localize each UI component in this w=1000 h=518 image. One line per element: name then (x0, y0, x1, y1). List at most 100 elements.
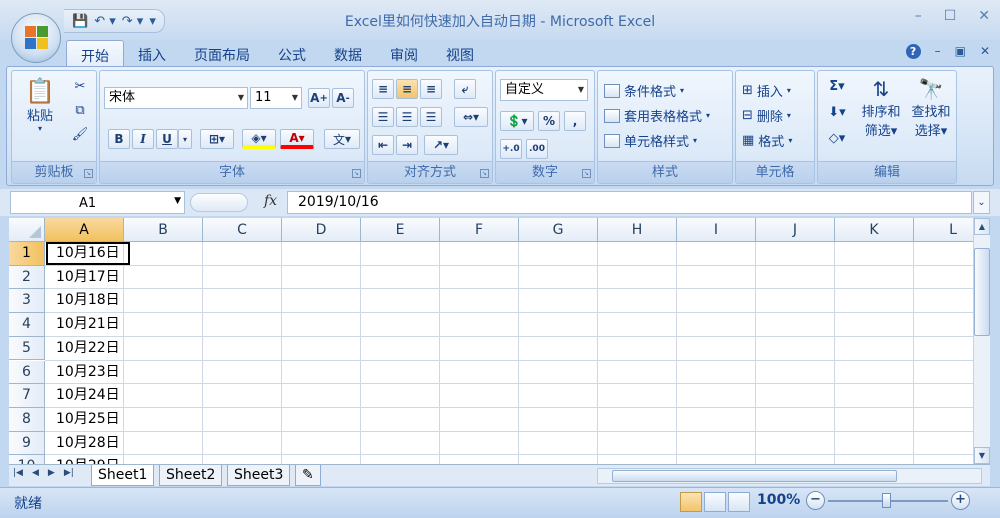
align-top-button[interactable]: ≡ (372, 79, 394, 99)
align-bottom-button[interactable]: ≡ (420, 79, 442, 99)
italic-button[interactable]: I (132, 129, 154, 149)
fill-color-button[interactable]: ◈▾ (242, 129, 276, 149)
zoom-in-icon[interactable]: + (951, 491, 970, 510)
accounting-format-button[interactable]: 💲▾ (500, 111, 534, 131)
tab-data[interactable]: 数据 (320, 40, 376, 66)
insert-function-icon[interactable]: fx (264, 193, 277, 209)
formula-bar-divider[interactable] (190, 193, 248, 212)
delete-cells-button[interactable]: ⊟ 删除 ▾ (742, 106, 791, 125)
cell-a5[interactable]: 10月22日 (46, 337, 130, 360)
cell-styles-button[interactable]: 单元格样式 ▾ (604, 131, 697, 150)
row-header-4[interactable]: 4 (9, 313, 45, 337)
column-header-l[interactable]: L (914, 218, 973, 242)
horizontal-scroll-thumb[interactable] (612, 470, 897, 482)
font-color-button[interactable]: A▾ (280, 129, 314, 149)
column-header-k[interactable]: K (835, 218, 914, 242)
decrease-indent-button[interactable]: ⇤ (372, 135, 394, 155)
insert-cells-button[interactable]: ⊞ 插入 ▾ (742, 81, 791, 100)
clear-icon[interactable]: ◇▾ (826, 131, 848, 146)
tab-insert[interactable]: 插入 (124, 40, 180, 66)
autosum-icon[interactable]: Σ▾ (826, 79, 848, 94)
formula-input[interactable]: 2019/10/16 (287, 191, 972, 214)
page-break-view-icon[interactable] (728, 492, 750, 512)
cell-a3[interactable]: 10月18日 (46, 289, 130, 312)
scroll-down-icon[interactable]: ▼ (974, 447, 990, 464)
last-sheet-icon[interactable]: ▶| (64, 468, 74, 478)
column-header-g[interactable]: G (519, 218, 598, 242)
underline-dropdown-icon[interactable]: ▾ (178, 129, 192, 149)
ribbon-restore-icon[interactable]: ▣ (955, 44, 966, 59)
orientation-button[interactable]: ↗▾ (424, 135, 458, 155)
cell-a4[interactable]: 10月21日 (46, 313, 130, 336)
normal-view-icon[interactable] (680, 492, 702, 512)
row-header-1[interactable]: 1 (9, 242, 45, 266)
align-left-button[interactable]: ☰ (372, 107, 394, 127)
zoom-level[interactable]: 100% (757, 492, 800, 508)
cell-a7[interactable]: 10月24日 (46, 384, 130, 407)
horizontal-scrollbar[interactable] (597, 468, 982, 484)
shrink-font-button[interactable]: A- (332, 88, 354, 108)
increase-indent-button[interactable]: ⇥ (396, 135, 418, 155)
cell-a6[interactable]: 10月23日 (46, 361, 130, 384)
border-button[interactable]: ⊞▾ (200, 129, 234, 149)
decrease-decimal-button[interactable]: .00 (526, 139, 548, 159)
comma-button[interactable]: , (564, 111, 586, 131)
sheet-tab-sheet3[interactable]: Sheet3 (227, 465, 291, 486)
table-format-button[interactable]: 套用表格格式 ▾ (604, 106, 710, 125)
merge-center-button[interactable]: ⇔▾ (454, 107, 488, 127)
sheet-tab-sheet2[interactable]: Sheet2 (159, 465, 223, 486)
zoom-slider-thumb[interactable] (882, 493, 891, 508)
maximize-button[interactable]: ☐ (944, 8, 957, 24)
vertical-scrollbar[interactable]: ▲ ▼ (973, 218, 990, 464)
conditional-format-button[interactable]: 条件格式 ▾ (604, 81, 684, 100)
ribbon-close-icon[interactable]: ✕ (980, 44, 990, 59)
tab-review[interactable]: 审阅 (376, 40, 432, 66)
tab-home[interactable]: 开始 (66, 40, 124, 66)
copy-icon[interactable]: ⧉ (70, 103, 90, 118)
alignment-launcher-icon[interactable]: ↘ (480, 169, 489, 178)
zoom-out-icon[interactable]: − (806, 491, 825, 510)
format-cells-button[interactable]: ▦ 格式 ▾ (742, 131, 792, 150)
tab-formulas[interactable]: 公式 (264, 40, 320, 66)
grow-font-button[interactable]: A + (308, 88, 330, 108)
number-format-select[interactable]: 自定义 ▼ (500, 79, 588, 101)
align-right-button[interactable]: ☰ (420, 107, 442, 127)
percent-button[interactable]: % (538, 111, 560, 131)
help-icon[interactable]: ? (905, 44, 921, 59)
font-name-select[interactable]: 宋体 ▼ (104, 87, 248, 109)
find-select-button[interactable]: 🔭 查找和 选择▾ (908, 77, 954, 139)
number-launcher-icon[interactable]: ↘ (582, 169, 591, 178)
next-sheet-icon[interactable]: ▶ (48, 468, 55, 478)
font-launcher-icon[interactable]: ↘ (352, 169, 361, 178)
cell-a8[interactable]: 10月25日 (46, 408, 130, 431)
font-size-select[interactable]: 11 ▼ (250, 87, 302, 109)
bold-button[interactable]: B (108, 129, 130, 149)
office-button[interactable] (11, 13, 61, 63)
align-middle-button[interactable]: ≡ (396, 79, 418, 99)
ribbon-minimize-icon[interactable]: – (935, 44, 941, 59)
row-header-7[interactable]: 7 (9, 384, 45, 408)
vertical-scroll-thumb[interactable] (974, 248, 990, 336)
close-button[interactable]: ✕ (978, 8, 990, 24)
page-layout-view-icon[interactable] (704, 492, 726, 512)
cut-icon[interactable]: ✂ (70, 79, 90, 94)
row-header-10[interactable]: 10 (9, 455, 45, 464)
scroll-up-icon[interactable]: ▲ (974, 218, 990, 235)
first-sheet-icon[interactable]: |◀ (13, 468, 23, 478)
column-header-b[interactable]: B (124, 218, 203, 242)
phonetic-button[interactable]: 文 ▾ (324, 129, 360, 149)
row-header-8[interactable]: 8 (9, 407, 45, 432)
column-header-e[interactable]: E (361, 218, 440, 242)
paste-button[interactable]: 📋 粘贴 ▾ (18, 77, 62, 133)
column-header-c[interactable]: C (203, 218, 282, 242)
column-header-f[interactable]: F (440, 218, 519, 242)
cell-a9[interactable]: 10月28日 (46, 432, 130, 455)
row-header-6[interactable]: 6 (9, 360, 45, 385)
cell-a1[interactable]: 10月16日 (46, 242, 130, 265)
increase-decimal-button[interactable]: +.0 (500, 139, 522, 159)
expand-formula-bar-icon[interactable]: ⌄ (973, 191, 990, 214)
insert-sheet-icon[interactable]: ✎ (295, 465, 321, 486)
name-box[interactable]: A1 ▼ (10, 191, 185, 214)
cell-a10[interactable]: 10月29日 (46, 455, 130, 464)
minimize-button[interactable]: – (915, 8, 922, 24)
